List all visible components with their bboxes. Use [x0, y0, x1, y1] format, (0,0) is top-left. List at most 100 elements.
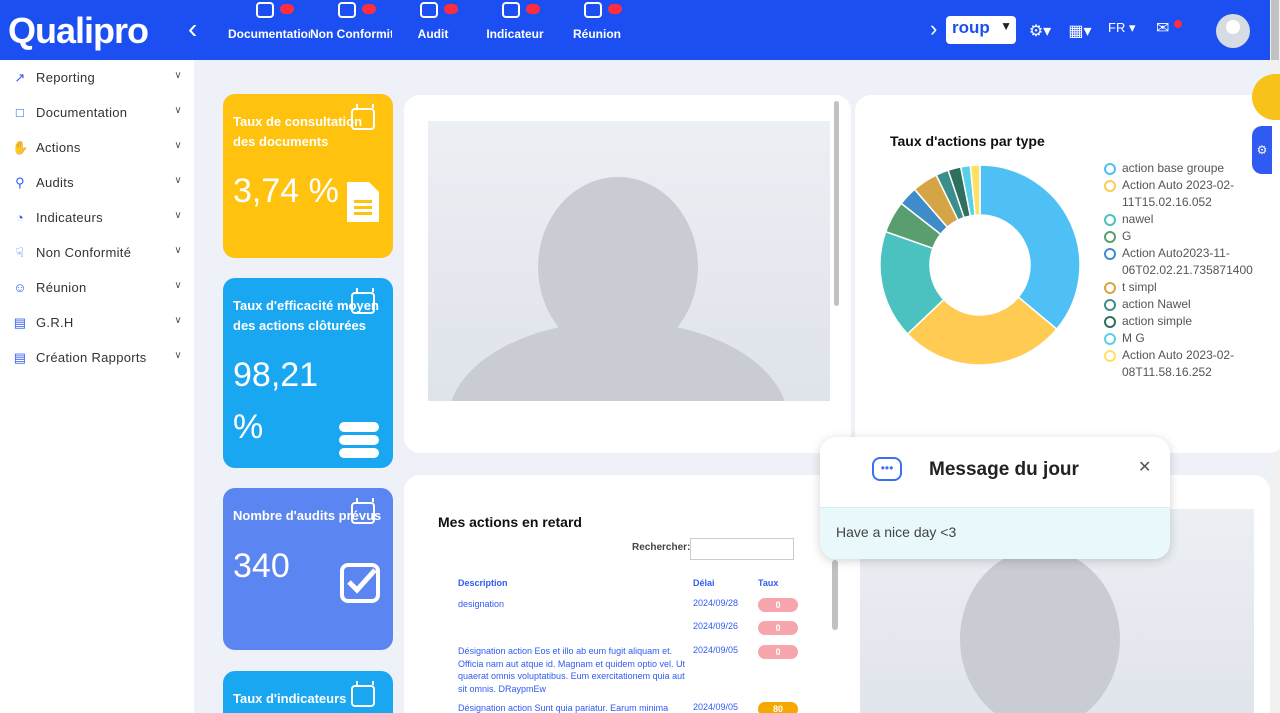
- id-card-icon: ▤: [13, 314, 27, 330]
- legend-swatch: [1104, 316, 1116, 328]
- row-description[interactable]: Désignation action Eos et illo ab eum fu…: [458, 645, 688, 695]
- warning-icon: [338, 2, 356, 18]
- legend-item[interactable]: nawel: [1100, 211, 1270, 228]
- module-audit[interactable]: Audit: [392, 0, 474, 60]
- legend-swatch: [1104, 163, 1116, 175]
- legend-item[interactable]: M G: [1100, 330, 1270, 347]
- panel-scrollbar[interactable]: [834, 101, 839, 306]
- sidebar-item-label: Non Conformité: [36, 245, 132, 260]
- column-header-taux[interactable]: Taux: [758, 578, 778, 588]
- module-documentation[interactable]: Documentation: [228, 0, 310, 60]
- sidebar-item-indicateurs[interactable]: ◔ Indicateurs ∨: [0, 200, 194, 235]
- module-label: Non Conformité: [310, 27, 392, 41]
- legend-swatch: [1104, 231, 1116, 243]
- stat-card-audits: Nombre d'audits prévus 340: [223, 488, 393, 650]
- row-description[interactable]: designation: [458, 598, 688, 611]
- sidebar-item-reunion[interactable]: ☺ Réunion ∨: [0, 270, 194, 305]
- calendar-icon[interactable]: [351, 288, 375, 314]
- stat-card-efficacite: Taux d'efficacité moyen des actions clôt…: [223, 278, 393, 468]
- notification-badge: [362, 4, 376, 14]
- pie-slice[interactable]: [979, 164, 1081, 331]
- calendar-icon[interactable]: [351, 498, 375, 524]
- notification-badge: [608, 4, 622, 14]
- legend-label: Action Auto 2023-02-11T15.02.16.052: [1122, 178, 1235, 209]
- app-logo[interactable]: Qualipro: [8, 10, 149, 52]
- chevron-left-icon[interactable]: ‹: [188, 14, 197, 44]
- module-non-conformite[interactable]: Non Conformité: [310, 0, 392, 60]
- settings-icon[interactable]: ⚙: [1252, 126, 1272, 174]
- grid-icon[interactable]: ▦▾: [1062, 18, 1098, 44]
- calendar-icon[interactable]: [351, 681, 375, 707]
- search-label: Rechercher:: [632, 542, 691, 553]
- stat-card-indicateurs: Taux d'indicateurs: [223, 671, 393, 713]
- search-input[interactable]: [690, 538, 794, 560]
- legend-item[interactable]: Action Auto 2023-02-11T15.02.16.052: [1100, 177, 1270, 211]
- row-date: 2024/09/28: [693, 598, 739, 608]
- chart-title: Taux d'actions par type: [890, 133, 1045, 149]
- sidebar-item-creation-rapports[interactable]: ▤ Création Rapports ∨: [0, 340, 194, 375]
- chevron-down-icon: ∨: [174, 105, 182, 116]
- chevron-down-icon: ∨: [174, 245, 182, 256]
- chevron-right-icon[interactable]: ›: [930, 16, 937, 42]
- legend-swatch: [1104, 180, 1116, 192]
- sidebar-item-reporting[interactable]: ↗ Reporting ∨: [0, 60, 194, 95]
- sidebar-item-actions[interactable]: ✋ Actions ∨: [0, 130, 194, 165]
- legend-item[interactable]: Action Auto2023-11-06T02.02.21.735871400: [1100, 245, 1270, 279]
- row-date: 2024/09/05: [693, 645, 739, 655]
- chart-icon: ↗: [14, 69, 26, 85]
- document-icon: □: [15, 104, 25, 120]
- sidebar-item-documentation[interactable]: □ Documentation ∨: [0, 95, 194, 130]
- table-title: Mes actions en retard: [438, 514, 582, 530]
- close-icon[interactable]: ✕: [1138, 457, 1151, 477]
- legend-swatch: [1104, 333, 1116, 345]
- stat-card-value: 98,21 %: [233, 356, 319, 446]
- document-icon: [347, 182, 379, 222]
- sidebar-item-label: Audits: [36, 175, 74, 190]
- row-rate-badge: 0: [758, 645, 798, 659]
- legend-item[interactable]: action simple: [1100, 313, 1270, 330]
- chat-bubble-icon: •••: [872, 457, 902, 481]
- column-header-description[interactable]: Description: [458, 578, 508, 588]
- row-description[interactable]: Désignation action Sunt quia pariatur. E…: [458, 702, 688, 713]
- legend-label: nawel: [1122, 212, 1154, 226]
- chevron-down-icon: ∨: [174, 350, 182, 361]
- audit-icon: [420, 2, 438, 18]
- notification-badge: [526, 4, 540, 14]
- hand-icon: ✋: [12, 139, 29, 155]
- chevron-down-icon: ∨: [174, 175, 182, 186]
- sidebar-item-label: Indicateurs: [36, 210, 103, 225]
- stat-card-consultation: Taux de consultation des documents 3,74 …: [223, 94, 393, 258]
- gear-icon[interactable]: ⚙▾: [1022, 18, 1058, 44]
- scrollbar-thumb[interactable]: [1271, 0, 1279, 60]
- legend-item[interactable]: Action Auto 2023-02-08T11.58.16.252: [1100, 347, 1270, 381]
- language-select[interactable]: FR ▾: [1108, 20, 1135, 36]
- legend-item[interactable]: action base groupe: [1100, 160, 1270, 177]
- gauge-icon: ◔: [15, 209, 25, 225]
- people-icon: ☺: [13, 279, 27, 295]
- calendar-icon[interactable]: [351, 104, 375, 130]
- sidebar-item-audits[interactable]: ⚲ Audits ∨: [0, 165, 194, 200]
- group-select[interactable]: roup ▼: [946, 16, 1016, 44]
- sidebar-item-label: Actions: [36, 140, 81, 155]
- legend-label: Action Auto2023-11-06T02.02.21.735871400: [1122, 246, 1253, 277]
- legend-swatch: [1104, 248, 1116, 260]
- legend-item[interactable]: t simpl: [1100, 279, 1270, 296]
- sidebar-item-non-conformite[interactable]: ☟ Non Conformité ∨: [0, 235, 194, 270]
- legend-item[interactable]: action Nawel: [1100, 296, 1270, 313]
- module-reunion[interactable]: Réunion: [556, 0, 638, 60]
- module-indicateur[interactable]: Indicateur: [474, 0, 556, 60]
- legend-label: action simple: [1122, 314, 1193, 328]
- top-navbar: Qualipro ‹ Documentation Non Conformité …: [0, 0, 1270, 60]
- user-avatar-icon[interactable]: [1216, 14, 1250, 48]
- notification-badge: [444, 4, 458, 14]
- legend-label: t simpl: [1122, 280, 1157, 294]
- legend-label: action Nawel: [1122, 297, 1191, 311]
- row-date: 2024/09/26: [693, 621, 739, 631]
- legend-swatch: [1104, 214, 1116, 226]
- column-header-delai[interactable]: Délai: [693, 578, 715, 588]
- notification-badge: [280, 4, 294, 14]
- legend-item[interactable]: G: [1100, 228, 1270, 245]
- bell-icon[interactable]: ✉: [1156, 18, 1182, 42]
- module-label: Audit: [417, 27, 449, 41]
- sidebar-item-grh[interactable]: ▤ G.R.H ∨: [0, 305, 194, 340]
